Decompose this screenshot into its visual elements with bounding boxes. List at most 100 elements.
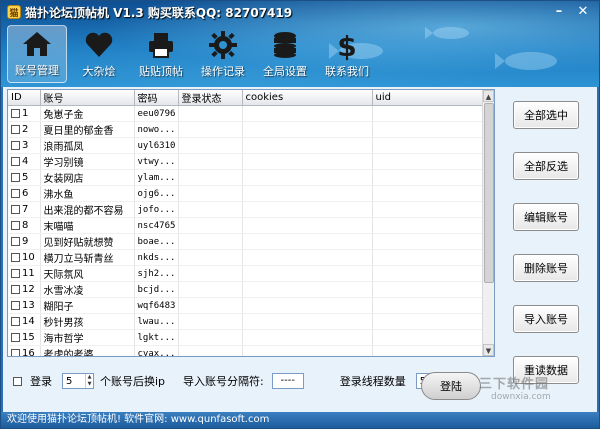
table-row[interactable]: 4 学习别镜 vtwy...	[8, 153, 485, 170]
row-checkbox[interactable]	[11, 268, 20, 278]
column-header-login-status[interactable]: 登录状态	[178, 90, 243, 106]
row-id-cell[interactable]: 2	[8, 121, 41, 138]
row-checkbox[interactable]	[11, 348, 20, 356]
table-row[interactable]: 16 老虎的老婆 cyax...	[8, 345, 485, 356]
row-cookies-cell	[242, 169, 373, 186]
row-login-status-cell	[178, 169, 243, 186]
table-row[interactable]: 14 秒针男孩 lwau...	[8, 313, 485, 330]
row-login-status-cell	[178, 297, 243, 314]
row-id-cell[interactable]: 16	[8, 345, 41, 356]
separator-input[interactable]: ----	[271, 373, 304, 389]
stepper-up-icon[interactable]: ▲	[86, 374, 93, 381]
table-row[interactable]: 10 横刀立马斩青丝 nkds...	[8, 249, 485, 266]
row-cookies-cell	[242, 185, 373, 202]
row-login-status-cell	[178, 185, 243, 202]
login-checkbox[interactable]	[13, 376, 22, 386]
row-id-cell[interactable]: 4	[8, 153, 41, 170]
row-id-cell[interactable]: 13	[8, 297, 41, 314]
table-row[interactable]: 6 沸水鱼 ojg6...	[8, 185, 485, 202]
minimize-button[interactable]: –	[549, 4, 569, 20]
house-icon	[23, 32, 51, 56]
column-header-password[interactable]: 密码	[134, 90, 179, 106]
delete-account-button[interactable]: 删除账号	[513, 254, 579, 282]
invert-selection-button[interactable]: 全部反选	[513, 152, 579, 180]
row-id-cell[interactable]: 5	[8, 169, 41, 186]
row-checkbox[interactable]	[11, 316, 20, 326]
row-id-cell[interactable]: 8	[8, 217, 41, 234]
column-header-account[interactable]: 账号	[40, 90, 135, 106]
row-cookies-cell	[242, 137, 373, 154]
tab-contact-us[interactable]: $ 联系我们	[317, 25, 377, 83]
stepper-arrows[interactable]: ▲▼	[85, 374, 93, 388]
scrollbar-thumb[interactable]	[484, 103, 494, 283]
column-header-cookies[interactable]: cookies	[242, 90, 373, 106]
table-row[interactable]: 9 见到好贴就想赞 boae...	[8, 233, 485, 250]
row-checkbox[interactable]	[11, 156, 20, 166]
column-header-id[interactable]: ID	[8, 90, 41, 106]
row-account-cell: 学习别镜	[40, 153, 135, 170]
row-id-cell[interactable]: 9	[8, 233, 41, 250]
title-bar: 猫 猫扑论坛顶帖机 V1.3 购买联系QQ: 82707419 – ✕	[1, 1, 599, 23]
row-id-cell[interactable]: 15	[8, 329, 41, 346]
row-id-cell[interactable]: 6	[8, 185, 41, 202]
row-uid-cell	[372, 329, 485, 346]
table-row[interactable]: 13 糊阳子 wqf6483	[8, 297, 485, 314]
row-uid-cell	[372, 265, 485, 282]
table-row[interactable]: 11 天际氛风 sjh2...	[8, 265, 485, 282]
row-id-cell[interactable]: 14	[8, 313, 41, 330]
row-checkbox[interactable]	[11, 284, 20, 294]
row-checkbox[interactable]	[11, 332, 20, 342]
table-row[interactable]: 12 水雪冰凌 bcjd...	[8, 281, 485, 298]
switch-count-value: 5	[66, 375, 73, 387]
tab-global-settings[interactable]: 全局设置	[255, 25, 315, 83]
row-checkbox[interactable]	[11, 172, 20, 182]
table-row[interactable]: 5 女装网店 ylam...	[8, 169, 485, 186]
table-scrollbar[interactable]: ▲ ▼	[482, 90, 494, 356]
scroll-down-icon[interactable]: ▼	[483, 344, 494, 356]
row-checkbox[interactable]	[11, 188, 20, 198]
row-id-cell[interactable]: 11	[8, 265, 41, 282]
row-cookies-cell	[242, 153, 373, 170]
select-all-button[interactable]: 全部选中	[513, 101, 579, 129]
tab-operation-log[interactable]: 操作记录	[193, 25, 253, 83]
row-checkbox[interactable]	[11, 108, 20, 118]
row-checkbox[interactable]	[11, 300, 20, 310]
row-account-cell: 水雪冰凌	[40, 281, 135, 298]
scroll-up-icon[interactable]: ▲	[483, 90, 494, 102]
row-uid-cell	[372, 169, 485, 186]
row-checkbox[interactable]	[11, 204, 20, 214]
row-id-cell[interactable]: 3	[8, 137, 41, 154]
login-button[interactable]: 登陆	[421, 372, 481, 400]
table-row[interactable]: 8 末喵喵 nsc4765	[8, 217, 485, 234]
edit-account-button[interactable]: 编辑账号	[513, 203, 579, 231]
column-header-uid[interactable]: uid	[372, 90, 485, 106]
row-checkbox[interactable]	[11, 236, 20, 246]
account-table: ID 账号 密码 登录状态 cookies uid 1 兔崽子金 eeu0796 2 夏…	[8, 90, 485, 356]
row-id-cell[interactable]: 12	[8, 281, 41, 298]
tab-miscellany[interactable]: 大杂烩	[69, 25, 129, 83]
table-row[interactable]: 7 出来混的都不容易 jofo...	[8, 201, 485, 218]
import-account-button[interactable]: 导入账号	[513, 305, 579, 333]
row-uid-cell	[372, 233, 485, 250]
close-button[interactable]: ✕	[573, 4, 593, 20]
tab-account-management[interactable]: 账号管理	[7, 25, 67, 83]
row-checkbox[interactable]	[11, 124, 20, 134]
table-row[interactable]: 1 兔崽子金 eeu0796	[8, 105, 485, 122]
row-checkbox[interactable]	[11, 252, 20, 262]
row-account-cell: 见到好贴就想赞	[40, 233, 135, 250]
row-id: 4	[22, 156, 29, 167]
table-row[interactable]: 2 夏日里的郁金香 nowo...	[8, 121, 485, 138]
row-account-cell: 天际氛风	[40, 265, 135, 282]
stepper-down-icon[interactable]: ▼	[86, 381, 93, 388]
row-checkbox[interactable]	[11, 220, 20, 230]
tab-post-bump[interactable]: 贴贴顶帖	[131, 25, 191, 83]
row-checkbox[interactable]	[11, 140, 20, 150]
row-id-cell[interactable]: 1	[8, 105, 41, 122]
row-uid-cell	[372, 249, 485, 266]
row-id-cell[interactable]: 10	[8, 249, 41, 266]
switch-count-stepper[interactable]: 5 ▲ ▼	[62, 373, 94, 389]
row-id-cell[interactable]: 7	[8, 201, 41, 218]
table-row[interactable]: 15 海市哲学 lgkt...	[8, 329, 485, 346]
table-row[interactable]: 3 浪雨孤凤 uyl6310	[8, 137, 485, 154]
printer-icon	[149, 33, 173, 58]
